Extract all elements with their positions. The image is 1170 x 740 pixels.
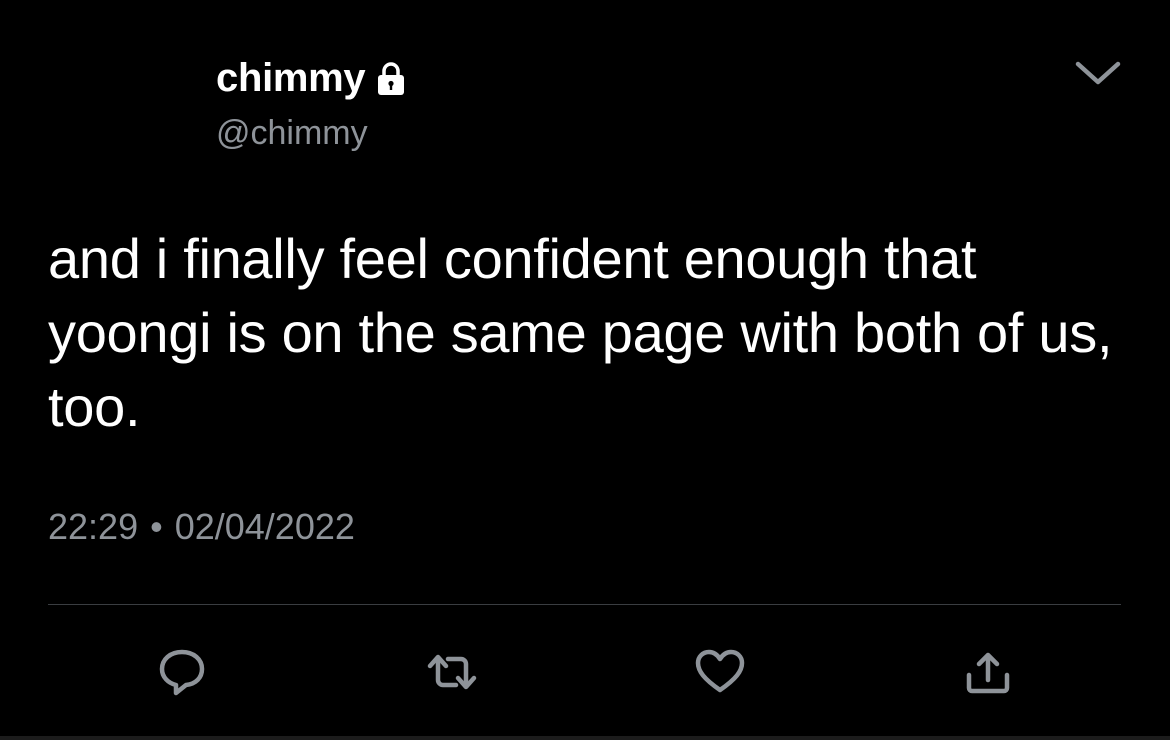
share-button[interactable] xyxy=(956,640,1020,704)
like-button[interactable] xyxy=(688,640,752,704)
tweet-header: chimmy @chimmy xyxy=(216,50,411,153)
share-upload-icon xyxy=(966,652,1010,694)
author-handle[interactable]: @chimmy xyxy=(216,114,411,153)
tweet-date: 02/04/2022 xyxy=(174,506,355,547)
retweet-button[interactable] xyxy=(420,640,484,704)
lock-icon xyxy=(371,59,411,99)
tweet-timestamp[interactable]: 22:29 • 02/04/2022 xyxy=(48,506,355,548)
tweet-time: 22:29 xyxy=(48,506,139,547)
chevron-down-icon[interactable] xyxy=(1070,52,1126,92)
divider xyxy=(48,604,1121,605)
author-display-name[interactable]: chimmy xyxy=(216,56,366,101)
timestamp-separator: • xyxy=(150,506,163,547)
action-bar xyxy=(0,640,1170,704)
heart-icon xyxy=(695,649,745,693)
author-row[interactable]: chimmy xyxy=(216,50,411,106)
bottom-border xyxy=(0,736,1170,740)
speech-bubble-icon xyxy=(159,649,205,696)
retweet-arrows-icon xyxy=(427,654,477,690)
reply-button[interactable] xyxy=(150,640,214,704)
tweet-text: and i finally feel confident enough that… xyxy=(48,227,1113,438)
